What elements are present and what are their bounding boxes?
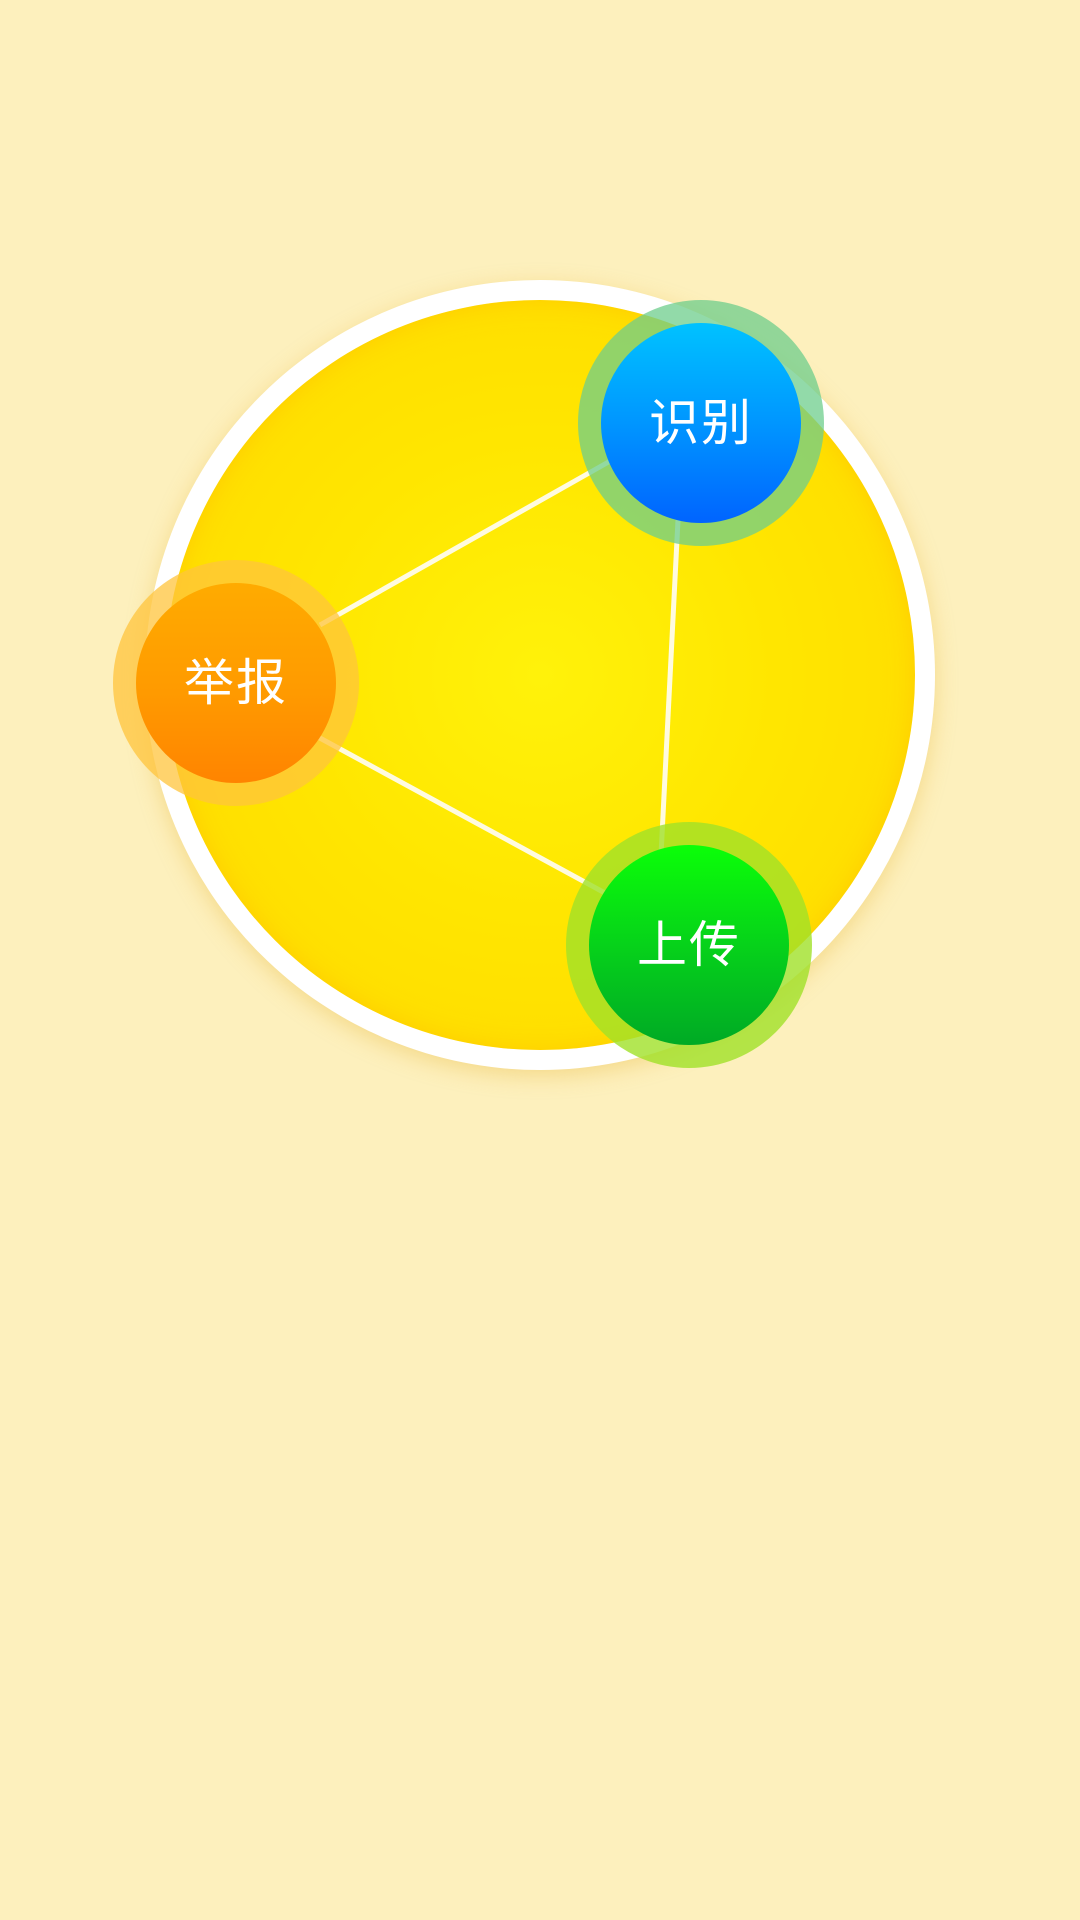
upload-button[interactable]: 上传 [566,822,812,1068]
report-button-core[interactable]: 举报 [136,583,336,783]
identify-button-core[interactable]: 识别 [601,323,801,523]
upload-button-label: 上传 [637,916,741,974]
report-button-label: 举报 [184,654,288,712]
identify-button-label: 识别 [649,394,753,452]
main-stage: 识别 举报 上传 [0,0,1080,1920]
identify-button[interactable]: 识别 [578,300,824,546]
report-button[interactable]: 举报 [113,560,359,806]
upload-button-core[interactable]: 上传 [589,845,789,1045]
